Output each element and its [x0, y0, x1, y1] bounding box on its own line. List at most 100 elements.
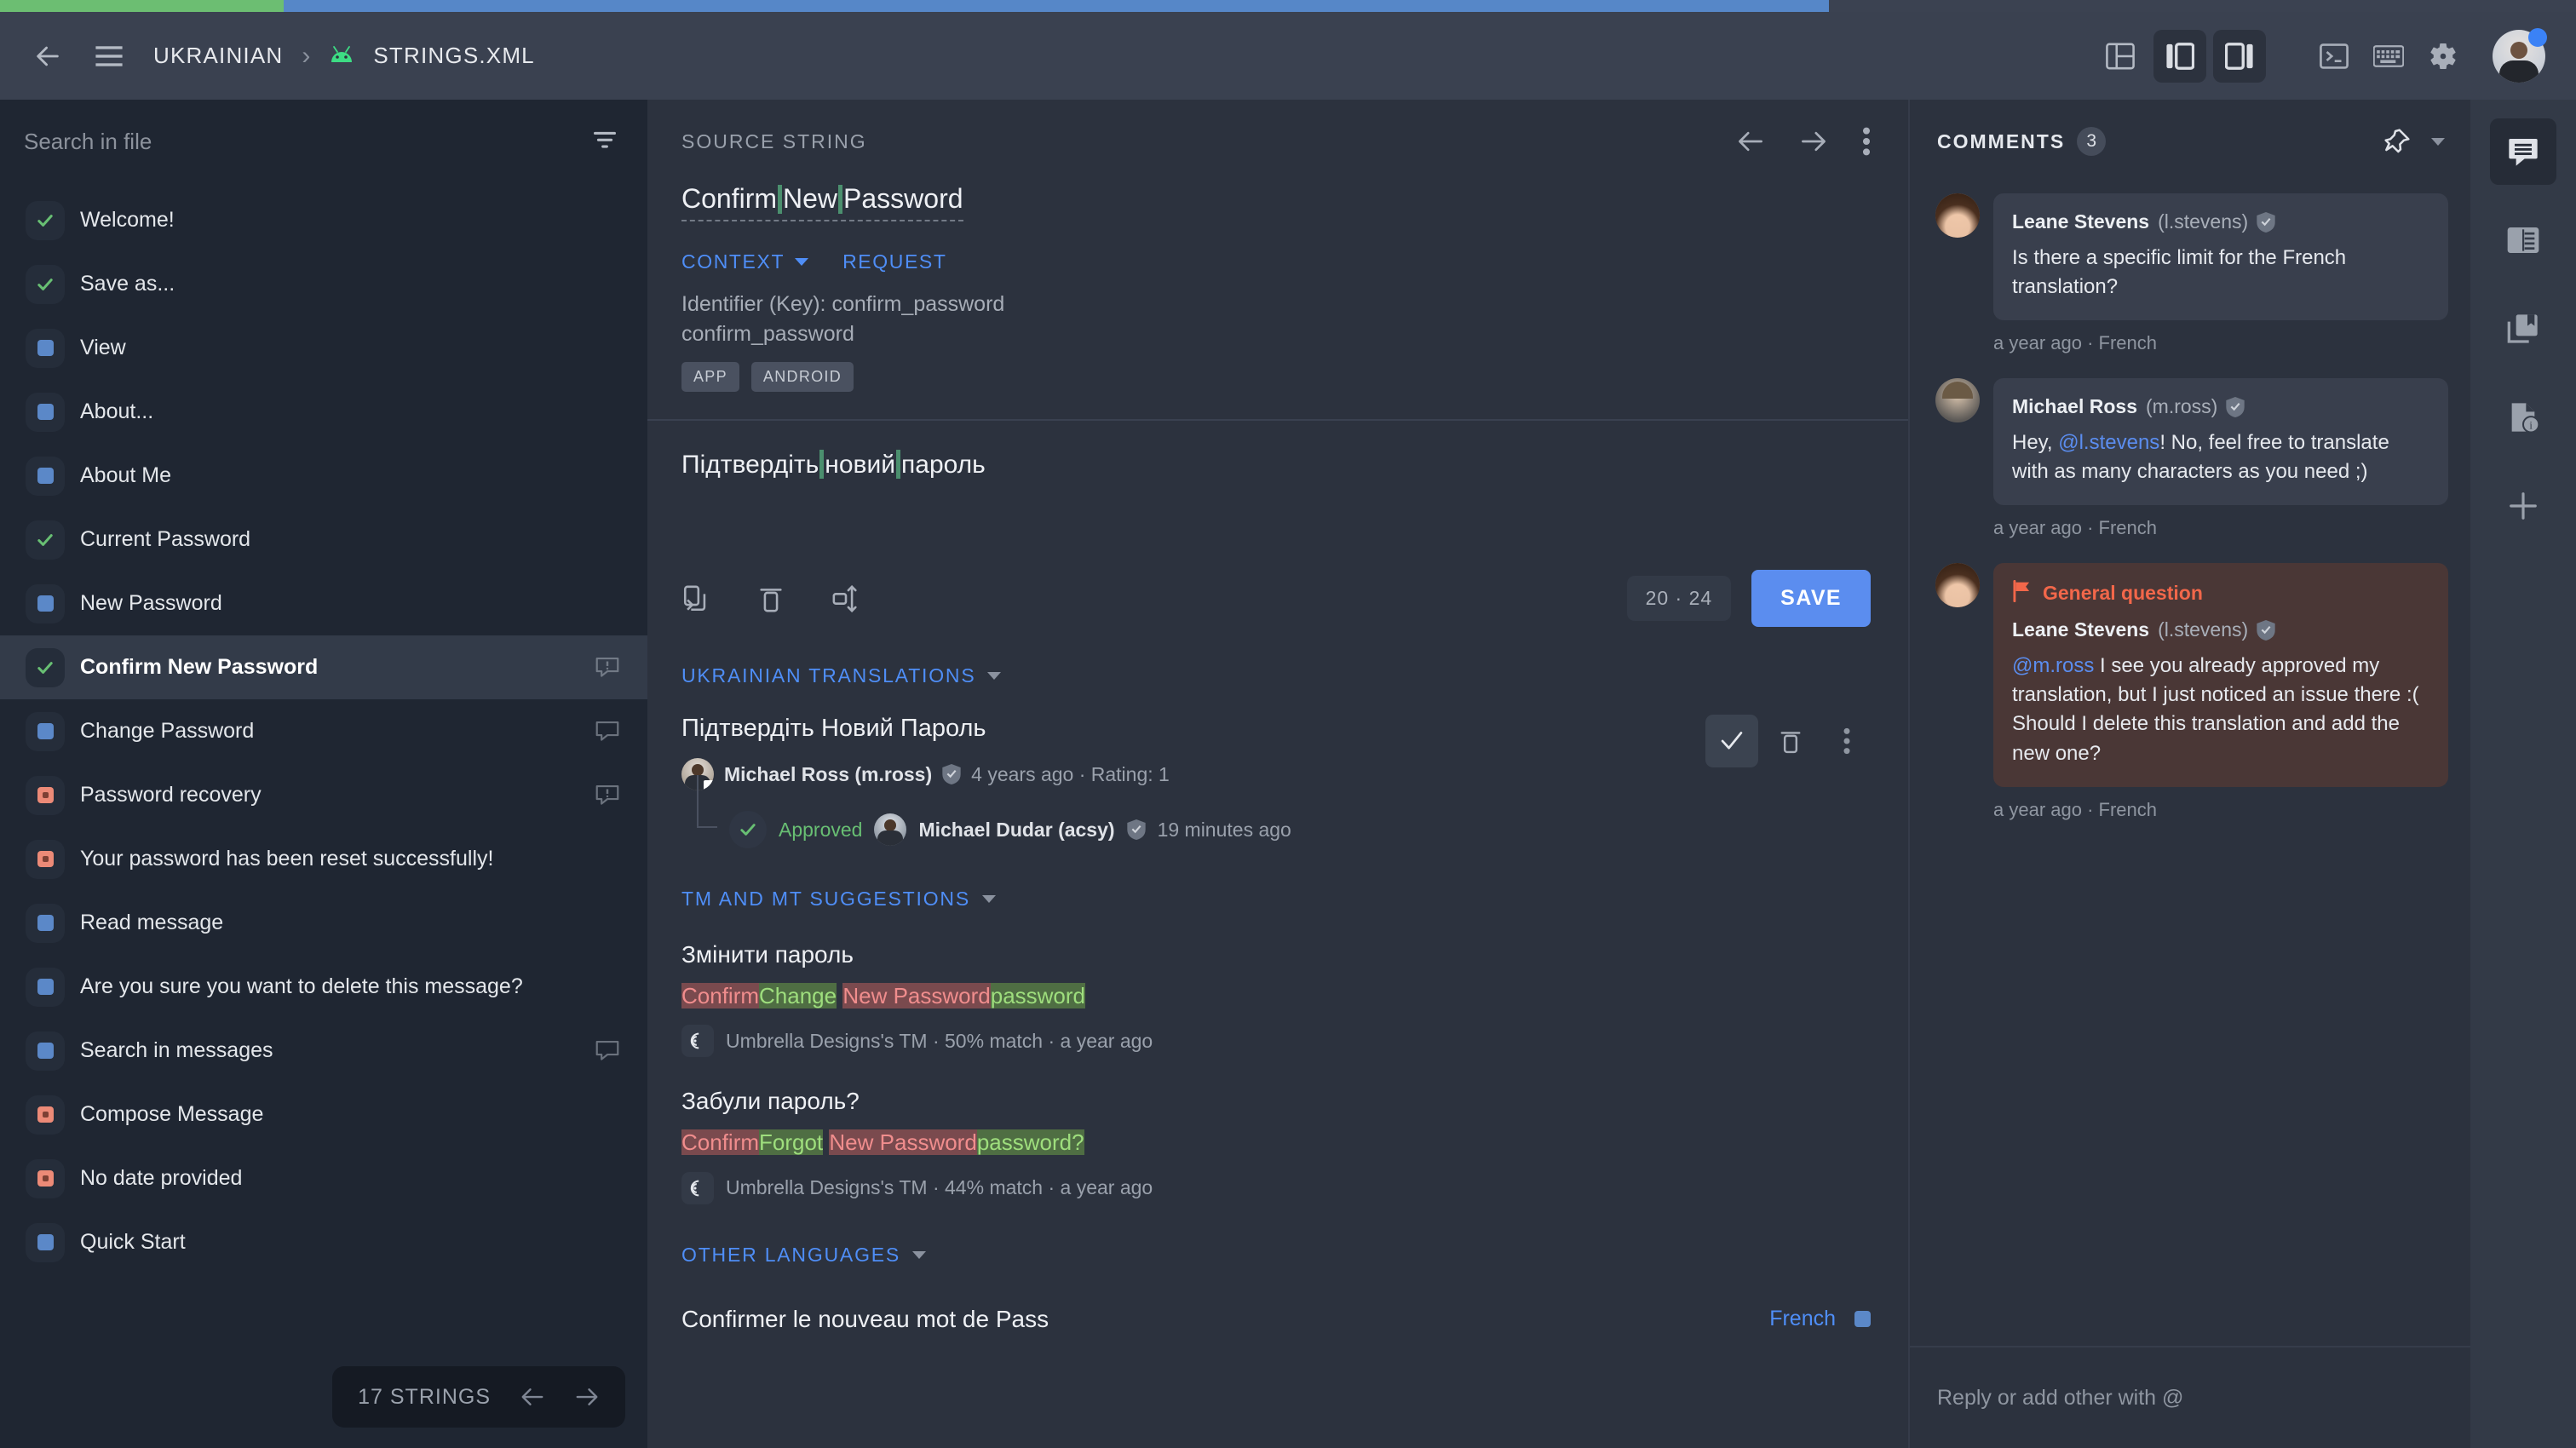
- status-translated-icon: [26, 392, 65, 432]
- string-list-item-label: Change Password: [80, 719, 255, 743]
- comment-issue-icon[interactable]: [595, 784, 620, 807]
- progress-approved-segment: [0, 0, 284, 12]
- translation-entry-text[interactable]: Підтвердіть Новий Пароль: [681, 715, 1688, 743]
- prev-page-button[interactable]: [520, 1386, 545, 1408]
- breadcrumb-file[interactable]: STRINGS.XML: [373, 43, 534, 69]
- translation-more-button[interactable]: [1823, 717, 1871, 765]
- approve-translation-button[interactable]: [1705, 715, 1758, 767]
- kebab-menu-icon[interactable]: [1862, 127, 1871, 156]
- string-list-item[interactable]: Your password has been reset successfull…: [0, 827, 647, 891]
- comment-issue-icon[interactable]: [595, 657, 620, 679]
- add-icon[interactable]: [2490, 473, 2556, 539]
- string-list-item[interactable]: No date provided: [0, 1146, 647, 1210]
- string-list-item[interactable]: Confirm New Password: [0, 635, 647, 699]
- comment-text-segment: Hey,: [2012, 431, 2059, 455]
- string-list-item[interactable]: Quick Start: [0, 1210, 647, 1274]
- layout-right-pane-icon[interactable]: [2213, 29, 2266, 83]
- chevron-down-icon: [795, 258, 809, 266]
- translation-input-area[interactable]: Підтвердіть новий пароль 20 · 24 SAVE: [681, 421, 1871, 635]
- other-languages-section-title: OTHER LANGUAGES: [681, 1243, 901, 1266]
- string-list-item-label: Your password has been reset successfull…: [80, 847, 494, 871]
- layout-three-pane-icon[interactable]: [2094, 30, 2147, 83]
- comment-author-name[interactable]: Leane Stevens: [2012, 618, 2149, 641]
- string-list-item[interactable]: Change Password: [0, 699, 647, 763]
- comment-item: Michael Ross (m.ross) Hey, @l.stevens! No,…: [1935, 378, 2448, 506]
- tag-app[interactable]: APP: [681, 362, 739, 392]
- glossary-icon[interactable]: [2490, 296, 2556, 362]
- status-approved-icon: [26, 520, 65, 560]
- whitespace-marker: [896, 450, 901, 479]
- string-list-item[interactable]: Save as...: [0, 252, 647, 316]
- approver-name[interactable]: Michael Dudar (acsy): [918, 819, 1114, 842]
- layout-left-pane-icon[interactable]: [2153, 29, 2206, 83]
- avatar[interactable]: [2493, 27, 2547, 83]
- comments-icon[interactable]: [2490, 118, 2556, 185]
- file-info-icon[interactable]: i: [2490, 384, 2556, 451]
- source-string[interactable]: Confirm New Password: [681, 183, 963, 221]
- verified-shield-icon: [1126, 819, 1146, 840]
- clear-icon[interactable]: [758, 584, 784, 613]
- string-list-item[interactable]: Current Password: [0, 508, 647, 572]
- copy-source-icon[interactable]: [681, 584, 710, 613]
- string-list-item[interactable]: Search in messages: [0, 1019, 647, 1083]
- string-list-item[interactable]: About Me: [0, 444, 647, 508]
- back-arrow-icon[interactable]: [24, 32, 72, 80]
- string-list-item[interactable]: About...: [0, 380, 647, 444]
- other-language-name[interactable]: French: [1769, 1307, 1836, 1331]
- string-list-item[interactable]: Read message: [0, 891, 647, 955]
- request-tab[interactable]: REQUEST: [842, 250, 946, 273]
- keyboard-icon[interactable]: [2365, 32, 2412, 80]
- translation-input-value[interactable]: Підтвердіть новий пароль: [681, 450, 1871, 480]
- gear-icon[interactable]: [2419, 32, 2467, 80]
- string-list-item[interactable]: Welcome!: [0, 188, 647, 252]
- other-language-right: French: [1769, 1307, 1871, 1331]
- status-untranslated-icon: [26, 1095, 65, 1135]
- comments-filter-chevron-down-icon[interactable]: [2431, 137, 2445, 146]
- verified-shield-icon: [2226, 396, 2245, 417]
- other-languages-section-header[interactable]: OTHER LANGUAGES: [681, 1244, 1871, 1267]
- mention-link[interactable]: @l.stevens: [2058, 431, 2159, 454]
- string-list-item[interactable]: Compose Message: [0, 1083, 647, 1146]
- tag-android[interactable]: ANDROID: [750, 362, 854, 392]
- string-list-item[interactable]: New Password: [0, 572, 647, 635]
- comment-author-name[interactable]: Michael Ross: [2012, 395, 2137, 418]
- previous-string-button[interactable]: [1736, 129, 1765, 153]
- string-list-item[interactable]: View: [0, 316, 647, 380]
- comment-reply-input[interactable]: [1937, 1385, 2443, 1411]
- breadcrumb-language[interactable]: UKRAINIAN: [153, 43, 283, 69]
- comment-bubble[interactable]: Michael Ross (m.ross) Hey, @l.stevens! No,…: [1993, 378, 2448, 506]
- string-list-item-label: Confirm New Password: [80, 655, 319, 679]
- delete-translation-button[interactable]: [1767, 717, 1814, 765]
- avatar-status-badge: [2528, 27, 2547, 47]
- comment-icon[interactable]: [595, 1040, 620, 1062]
- search-input[interactable]: [24, 128, 584, 155]
- suggestion-item[interactable]: Забули пароль? ConfirmForgot New Password…: [681, 1088, 1871, 1204]
- string-list-item[interactable]: Password recovery: [0, 763, 647, 827]
- author-name[interactable]: Michael Ross (m.ross): [724, 763, 932, 786]
- suggestions-section-header[interactable]: TM AND MT SUGGESTIONS: [681, 888, 1871, 911]
- suggestion-item[interactable]: Змінити пароль ConfirmChange New Password…: [681, 941, 1871, 1058]
- pin-icon[interactable]: [2383, 128, 2411, 155]
- next-string-button[interactable]: [1799, 129, 1828, 153]
- comments-panel: COMMENTS 3 Leane Stevens (l.stevens) Is th…: [1908, 100, 2470, 1448]
- comment-bubble[interactable]: Leane Stevens (l.stevens) Is there a speci…: [1993, 193, 2448, 321]
- comment-icon[interactable]: [595, 721, 620, 743]
- filter-icon[interactable]: [584, 122, 625, 162]
- string-list-item[interactable]: Are you sure you want to delete this mes…: [0, 955, 647, 1019]
- string-list-item-label: About Me: [80, 463, 172, 487]
- mention-link[interactable]: @m.ross: [2012, 654, 2094, 677]
- context-tab[interactable]: CONTEXT: [681, 250, 809, 273]
- save-button[interactable]: SAVE: [1751, 570, 1871, 627]
- comment-bubble[interactable]: General question Leane Stevens (l.stevens)…: [1993, 563, 2448, 787]
- next-page-button[interactable]: [574, 1386, 600, 1408]
- suggestion-meta-text: Umbrella Designs's TM · 44% match · a ye…: [726, 1176, 1153, 1199]
- hamburger-icon[interactable]: [85, 32, 133, 80]
- status-translated-icon: [26, 711, 65, 751]
- terminal-icon[interactable]: [2310, 32, 2358, 80]
- comment-reply-row[interactable]: [1910, 1346, 2470, 1448]
- comment-author-name[interactable]: Leane Stevens: [2012, 210, 2149, 233]
- insert-placeholder-icon[interactable]: [831, 584, 860, 613]
- screenshots-icon[interactable]: [2490, 207, 2556, 273]
- translations-section-header[interactable]: UKRAINIAN TRANSLATIONS: [681, 664, 1871, 687]
- other-language-row[interactable]: Confirmer le nouveau mot de Pass French: [681, 1306, 1871, 1333]
